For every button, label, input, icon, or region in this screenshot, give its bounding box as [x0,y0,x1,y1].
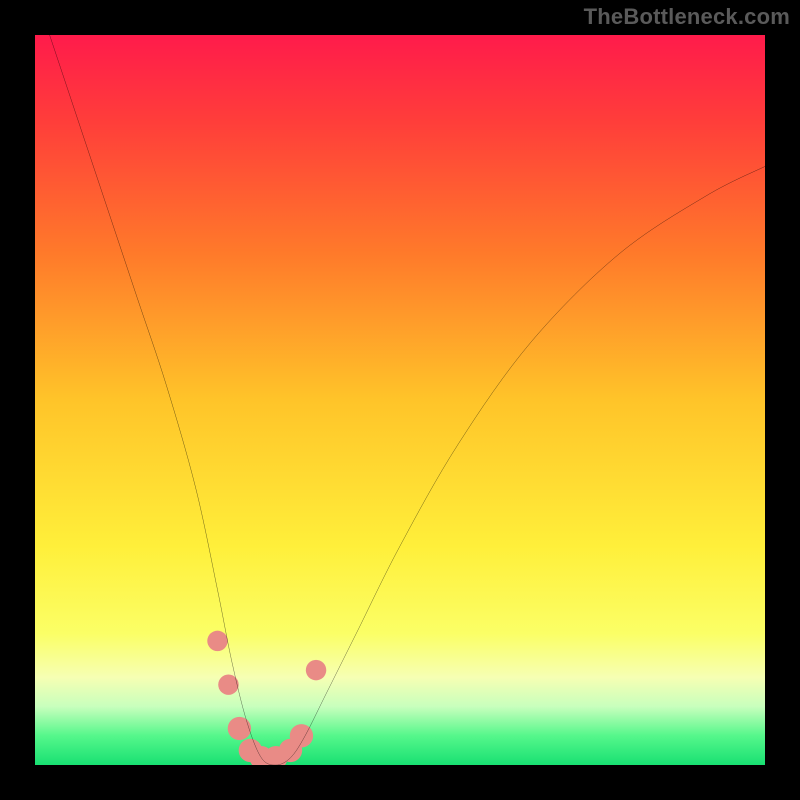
markers-group [207,631,326,765]
plot-area [35,35,765,765]
pink-marker [218,674,238,694]
chart-svg [35,35,765,765]
pink-marker [290,724,313,747]
bottleneck-curve [50,35,765,765]
pink-marker [207,631,227,651]
watermark-text: TheBottleneck.com [584,4,790,30]
pink-marker [228,717,251,740]
chart-frame: TheBottleneck.com [0,0,800,800]
pink-marker [306,660,326,680]
